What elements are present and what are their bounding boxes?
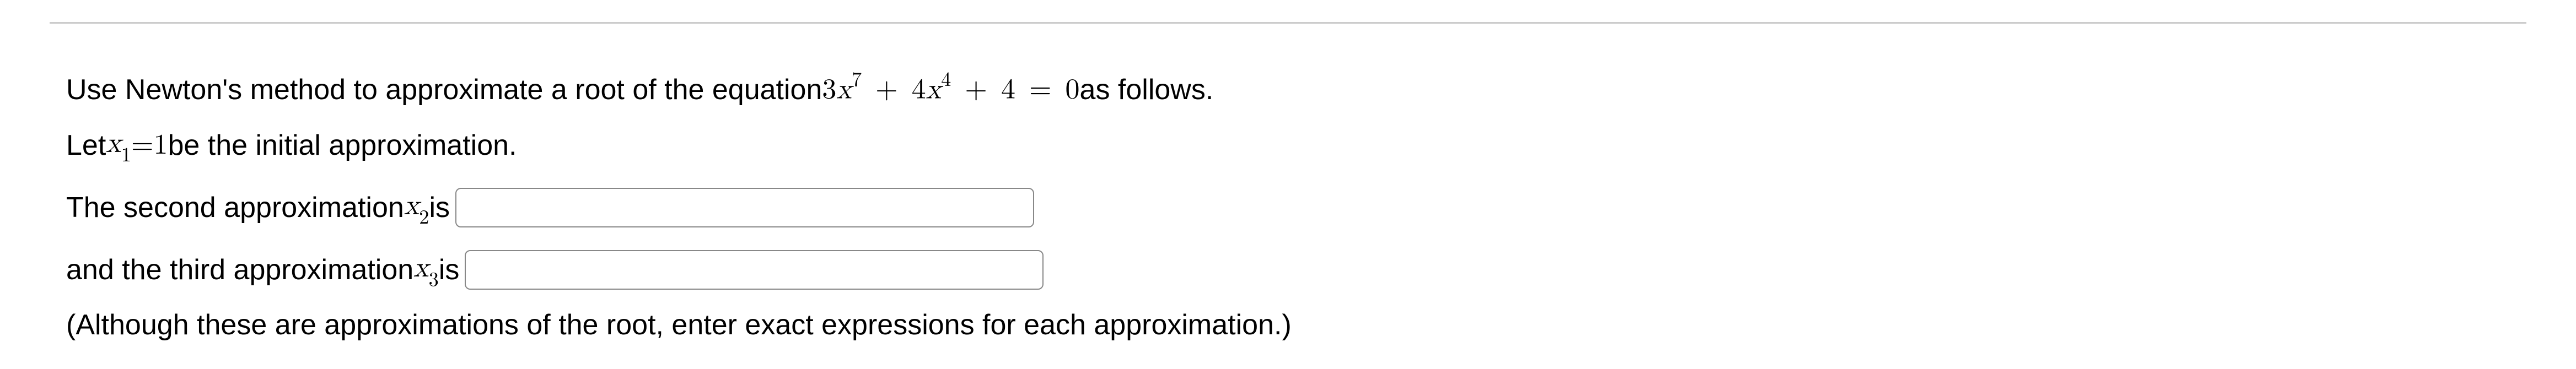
note-line: (Although these are approximations of th…	[66, 303, 2510, 346]
eq-rhs: 0	[1066, 75, 1080, 104]
problem-intro-line: Use Newton's method to approximate a roo…	[66, 68, 2510, 111]
let-suffix: be the initial approximation.	[168, 124, 517, 167]
x2-sub: 2	[419, 208, 429, 228]
second-suffix: is	[429, 186, 450, 229]
eq-exp2: 4	[941, 70, 951, 90]
x3-sub: 3	[429, 270, 439, 290]
x3-input[interactable]	[465, 250, 1044, 290]
section-divider	[50, 22, 2526, 24]
intro-text-prefix: Use Newton's method to approximate a roo…	[66, 68, 822, 111]
x3-var: x	[413, 254, 428, 283]
second-prefix: The second approximation	[66, 186, 404, 229]
let-prefix: Let	[66, 124, 106, 167]
note-text: (Although these are approximations of th…	[66, 303, 1292, 346]
third-approx-line: and the third approximation x3 is	[66, 247, 2510, 292]
eq-equals: =	[1020, 75, 1061, 104]
eq-var1: x	[836, 75, 851, 104]
x2-input[interactable]	[455, 188, 1034, 227]
x2-symbol: x2	[404, 184, 429, 230]
x1-sub: 1	[121, 146, 131, 166]
eq-coef1: 3	[822, 75, 836, 104]
eq-plus1: +	[866, 75, 907, 104]
third-suffix: is	[439, 248, 460, 291]
eq-term3: 4	[1001, 75, 1015, 104]
equation: 3x7 + 4x4 + 4 = 0	[822, 68, 1079, 111]
x1-var: x	[106, 129, 121, 158]
x2-var: x	[404, 192, 419, 220]
eq-var2: x	[926, 75, 941, 104]
x1-symbol: x1	[106, 122, 131, 168]
third-prefix: and the third approximation	[66, 248, 413, 291]
problem-content: Use Newton's method to approximate a roo…	[0, 68, 2576, 346]
eq-coef2: 4	[912, 75, 926, 104]
second-approx-line: The second approximation x2 is	[66, 184, 2510, 230]
x1-value: 1	[153, 124, 168, 167]
eq-plus2: +	[955, 75, 997, 104]
intro-text-suffix: as follows.	[1080, 68, 1214, 111]
eq-exp1: 7	[852, 70, 862, 90]
x3-symbol: x3	[413, 247, 439, 292]
let-equals: =	[131, 124, 153, 167]
initial-approx-line: Let x1 = 1 be the initial approximation.	[66, 122, 2510, 168]
